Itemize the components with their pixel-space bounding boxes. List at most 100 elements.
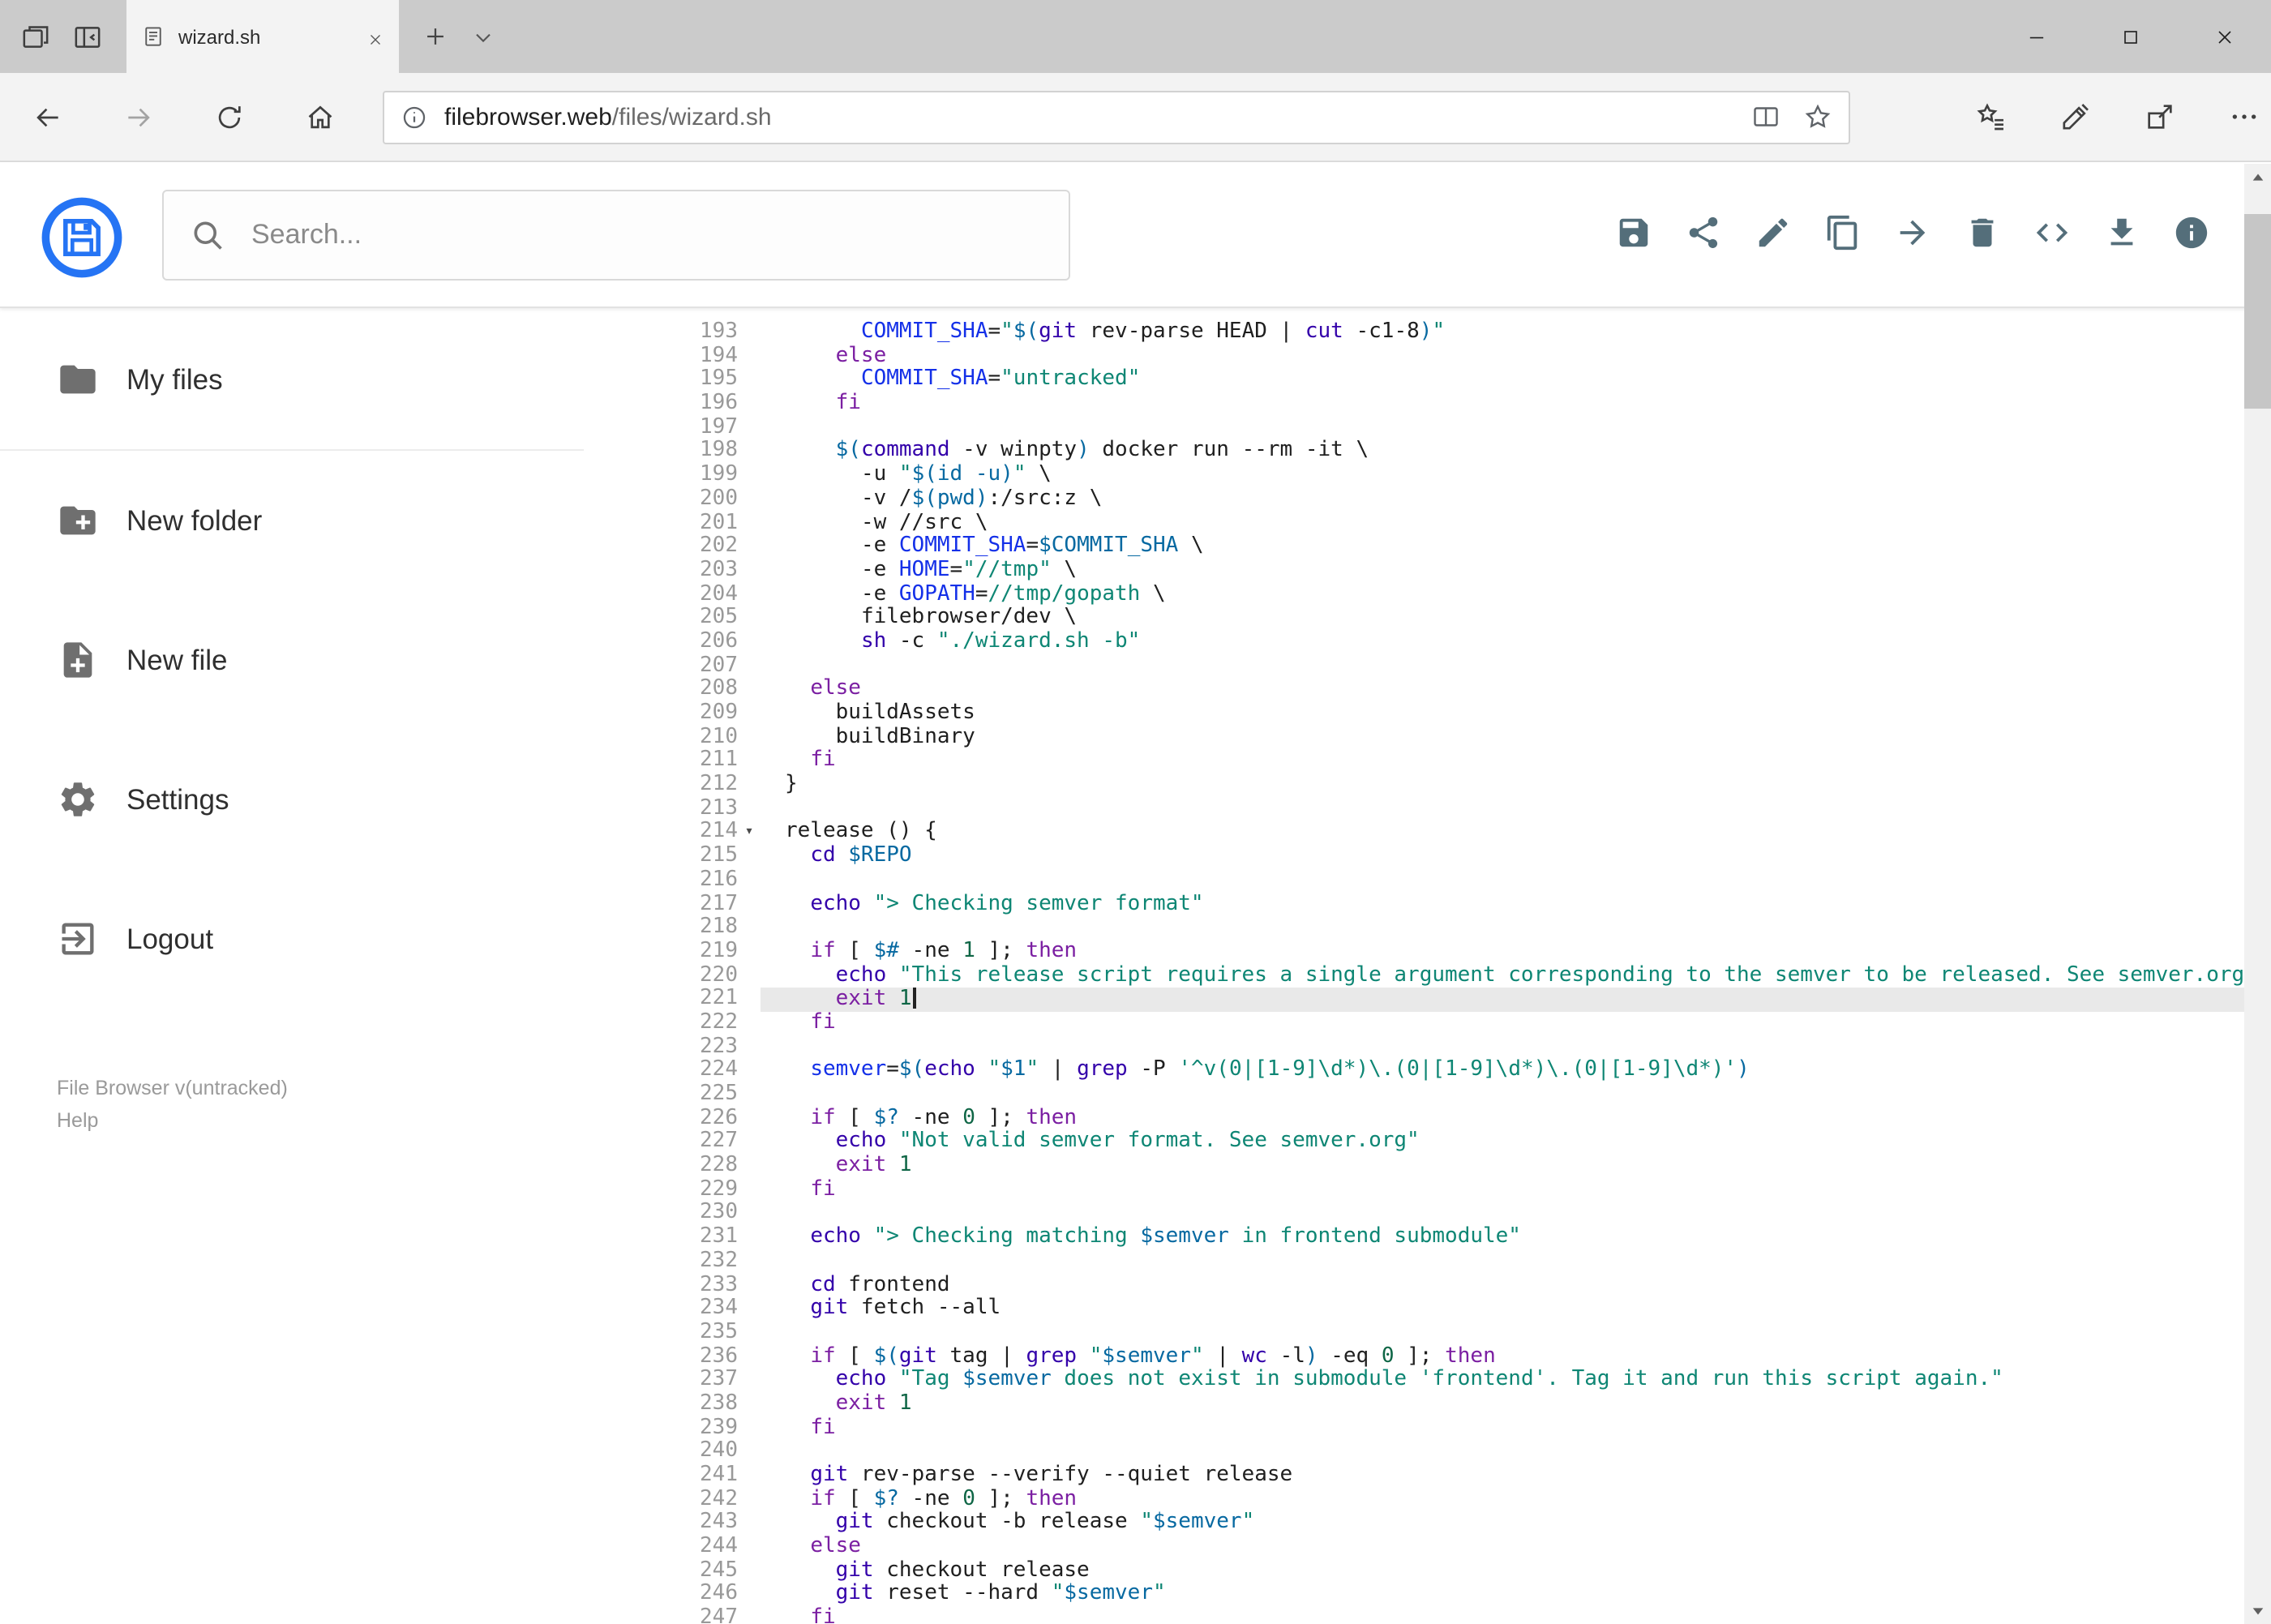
move-button[interactable]: [1877, 198, 1947, 268]
sidebar-item-new-folder[interactable]: New folder: [0, 451, 584, 590]
delete-button[interactable]: [1947, 198, 2016, 268]
code-line[interactable]: 199 -u "$(id -u)" \: [584, 463, 2271, 487]
code-line[interactable]: 233 cd frontend: [584, 1272, 2271, 1297]
code-line[interactable]: 201 -w //src \: [584, 510, 2271, 535]
code-line[interactable]: 194 else: [584, 344, 2271, 368]
code-line[interactable]: 203 -e HOME="//tmp" \: [584, 558, 2271, 583]
code-line[interactable]: 231 echo "> Checking matching $semver in…: [584, 1225, 2271, 1249]
code-line[interactable]: 215 cd $REPO: [584, 844, 2271, 868]
site-info-icon[interactable]: [401, 103, 428, 131]
code-line[interactable]: 239 fi: [584, 1416, 2271, 1440]
maximize-button[interactable]: [2083, 0, 2177, 73]
code-line[interactable]: 234 git fetch --all: [584, 1296, 2271, 1321]
code-line[interactable]: 227 echo "Not valid semver format. See s…: [584, 1129, 2271, 1155]
tab-list-chevron-icon[interactable]: [470, 24, 496, 49]
search-box[interactable]: [162, 190, 1070, 281]
code-line[interactable]: 244 else: [584, 1534, 2271, 1559]
favorite-star-icon[interactable]: [1803, 102, 1832, 131]
code-line[interactable]: 206 sh -c "./wizard.sh -b": [584, 629, 2271, 654]
code-line[interactable]: 242 if [ $? -ne 0 ]; then: [584, 1487, 2271, 1511]
new-tab-button[interactable]: [422, 23, 449, 50]
code-line[interactable]: 240: [584, 1439, 2271, 1464]
save-button[interactable]: [1598, 198, 1668, 268]
raw-view-button[interactable]: [2016, 198, 2086, 268]
search-input[interactable]: [248, 217, 1043, 253]
code-line[interactable]: 221 exit 1: [584, 987, 2271, 1012]
download-button[interactable]: [2086, 198, 2156, 268]
copy-button[interactable]: [1807, 198, 1877, 268]
set-tabs-aside-icon[interactable]: [71, 20, 104, 53]
code-line[interactable]: 202 -e COMMIT_SHA=$COMMIT_SHA \: [584, 534, 2271, 559]
refresh-button[interactable]: [201, 89, 256, 144]
code-line[interactable]: 243 git checkout -b release "$semver": [584, 1510, 2271, 1536]
tab-close-icon[interactable]: [366, 28, 384, 45]
code-line[interactable]: 230: [584, 1201, 2271, 1226]
sidebar-item-my-files[interactable]: My files: [0, 310, 584, 451]
code-line[interactable]: 209 buildAssets: [584, 701, 2271, 726]
code-line[interactable]: 207: [584, 653, 2271, 678]
code-line[interactable]: 245 git checkout release: [584, 1558, 2271, 1583]
code-line[interactable]: 212}: [584, 772, 2271, 797]
code-line[interactable]: 236 if [ $(git tag | grep "$semver" | wc…: [584, 1343, 2271, 1369]
code-line[interactable]: 217 echo "> Checking semver format": [584, 891, 2271, 916]
code-line[interactable]: 211 fi: [584, 748, 2271, 773]
filebrowser-logo[interactable]: [41, 196, 123, 279]
code-line[interactable]: 223: [584, 1035, 2271, 1059]
sidebar-item-settings[interactable]: Settings: [0, 730, 584, 869]
fold-marker-icon[interactable]: ▾: [738, 821, 761, 845]
web-note-pen-icon[interactable]: [2047, 89, 2102, 144]
code-line[interactable]: 197: [584, 415, 2271, 440]
code-line[interactable]: 208 else: [584, 677, 2271, 702]
scrollbar-thumb[interactable]: [2243, 214, 2271, 409]
code-line[interactable]: 228 exit 1: [584, 1153, 2271, 1178]
address-bar[interactable]: filebrowser.web/files/wizard.sh: [383, 90, 1850, 144]
code-line[interactable]: 193 COMMIT_SHA="$(git rev-parse HEAD | c…: [584, 319, 2271, 345]
code-line[interactable]: 220 echo "This release script requires a…: [584, 962, 2271, 988]
reading-view-icon[interactable]: [1751, 102, 1780, 131]
rename-button[interactable]: [1738, 198, 1807, 268]
browser-tab[interactable]: wizard.sh: [126, 0, 399, 73]
code-line[interactable]: 219 if [ $# -ne 1 ]; then: [584, 939, 2271, 964]
hub-favorites-icon[interactable]: [1963, 89, 2018, 144]
code-line[interactable]: 222 fi: [584, 1010, 2271, 1035]
code-line[interactable]: 210 buildBinary: [584, 725, 2271, 749]
code-line[interactable]: 246 git reset --hard "$semver": [584, 1582, 2271, 1607]
help-link[interactable]: Help: [57, 1104, 288, 1137]
share-button[interactable]: [1668, 198, 1738, 268]
scroll-down-arrow[interactable]: [2243, 1596, 2271, 1624]
back-button[interactable]: [19, 89, 75, 144]
code-line[interactable]: 232: [584, 1249, 2271, 1274]
code-line[interactable]: 247 fi: [584, 1606, 2271, 1624]
forward-button[interactable]: [110, 89, 165, 144]
code-line[interactable]: 226 if [ $? -ne 0 ]; then: [584, 1106, 2271, 1130]
scrollbar-track[interactable]: [2243, 191, 2271, 1596]
code-line[interactable]: 214 ▾ release () {: [584, 820, 2271, 845]
version-link[interactable]: File Browser v(untracked): [57, 1072, 288, 1104]
code-line[interactable]: 204 -e GOPATH=//tmp/gopath \: [584, 581, 2271, 606]
info-button[interactable]: [2156, 198, 2226, 268]
code-line[interactable]: 218: [584, 915, 2271, 940]
tab-preview-icon[interactable]: [19, 20, 52, 53]
scroll-up-arrow[interactable]: [2243, 164, 2271, 191]
sidebar-item-new-file[interactable]: New file: [0, 590, 584, 730]
code-line[interactable]: 216: [584, 868, 2271, 893]
minimize-button[interactable]: [1989, 0, 2083, 73]
code-line[interactable]: 196 fi: [584, 391, 2271, 416]
code-line[interactable]: 200 -v /$(pwd):/src:z \: [584, 486, 2271, 512]
code-line[interactable]: 195 COMMIT_SHA="untracked": [584, 367, 2271, 392]
code-line[interactable]: 224 semver=$(echo "$1" | grep -P '^v(0|[…: [584, 1058, 2271, 1083]
code-line[interactable]: 238 exit 1: [584, 1391, 2271, 1416]
share-page-icon[interactable]: [2132, 89, 2187, 144]
more-menu-icon[interactable]: [2216, 89, 2271, 144]
sidebar-item-logout[interactable]: Logout: [0, 869, 584, 1009]
code-line[interactable]: 198 $(command -v winpty) docker run --rm…: [584, 439, 2271, 464]
code-editor[interactable]: 193 COMMIT_SHA="$(git rev-parse HEAD | c…: [584, 310, 2271, 1624]
close-window-button[interactable]: [2177, 0, 2271, 73]
code-line[interactable]: 237 echo "Tag $semver does not exist in …: [584, 1368, 2271, 1393]
code-line[interactable]: 235: [584, 1320, 2271, 1345]
code-line[interactable]: 225: [584, 1082, 2271, 1107]
code-line[interactable]: 213: [584, 796, 2271, 821]
code-line[interactable]: 241 git rev-parse --verify --quiet relea…: [584, 1463, 2271, 1488]
code-line[interactable]: 205 filebrowser/dev \: [584, 606, 2271, 631]
home-button[interactable]: [292, 89, 347, 144]
